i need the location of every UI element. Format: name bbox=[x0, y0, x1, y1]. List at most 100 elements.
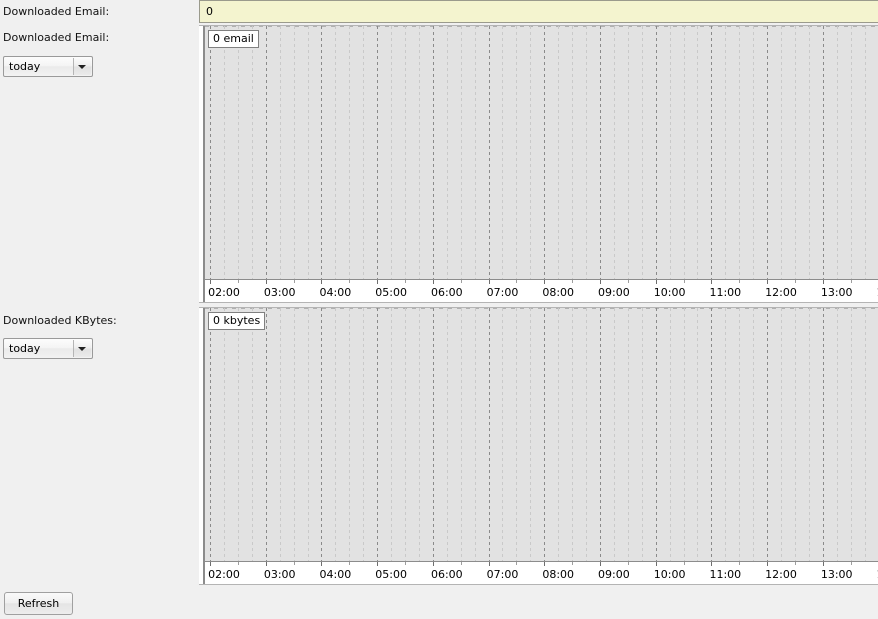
gridline-minor bbox=[614, 26, 615, 279]
downloaded-email-range-select[interactable]: today bbox=[3, 56, 93, 77]
axis-tick-minor bbox=[684, 562, 685, 565]
chart-legend: 0 email bbox=[208, 30, 259, 48]
gridline-major bbox=[266, 26, 267, 279]
gridline-minor bbox=[795, 308, 796, 561]
bottom-strip bbox=[199, 585, 878, 619]
gridline-minor bbox=[865, 308, 866, 561]
gridline-minor bbox=[781, 26, 782, 279]
gridline-minor bbox=[391, 26, 392, 279]
gridline-major bbox=[823, 26, 824, 279]
chevron-down-icon[interactable] bbox=[73, 340, 91, 357]
gridline-minor bbox=[558, 26, 559, 279]
axis-label: 04:00 bbox=[320, 286, 352, 299]
gridline-minor bbox=[684, 308, 685, 561]
gridline-minor bbox=[642, 308, 643, 561]
gridline-minor bbox=[405, 26, 406, 279]
gridline-major bbox=[489, 308, 490, 561]
downloaded-email-value-text: 0 bbox=[206, 5, 213, 19]
axis-tick-minor bbox=[851, 562, 852, 565]
downloaded-email-value-field[interactable]: 0 bbox=[199, 0, 878, 23]
axis-label: 07:00 bbox=[487, 568, 519, 581]
gridline-minor bbox=[725, 26, 726, 279]
gridline-minor bbox=[461, 26, 462, 279]
x-axis: 02:0003:0004:0005:0006:0007:0008:0009:00… bbox=[203, 561, 878, 585]
gridline-minor bbox=[335, 308, 336, 561]
gridline-major bbox=[266, 308, 267, 561]
gridline-minor bbox=[280, 26, 281, 279]
gridline-major bbox=[433, 26, 434, 279]
axis-tick-minor bbox=[628, 280, 629, 283]
gridline-minor bbox=[670, 26, 671, 279]
axis-label: 12:00 bbox=[765, 286, 797, 299]
gridline-minor bbox=[753, 26, 754, 279]
axis-tick-minor bbox=[294, 280, 295, 283]
axis-label: 05:00 bbox=[375, 286, 407, 299]
chart-legend: 0 kbytes bbox=[208, 312, 265, 330]
gridline-minor bbox=[642, 26, 643, 279]
axis-tick bbox=[711, 562, 712, 566]
axis-label: 08:00 bbox=[542, 286, 574, 299]
gridline-minor bbox=[725, 308, 726, 561]
axis-tick-minor bbox=[294, 562, 295, 565]
plot-top-rule bbox=[205, 308, 878, 309]
x-axis: 02:0003:0004:0005:0006:0007:0008:0009:00… bbox=[203, 279, 878, 303]
gridline-minor bbox=[670, 308, 671, 561]
plot-area[interactable]: 0 kbytes bbox=[203, 308, 878, 561]
axis-tick-minor bbox=[461, 280, 462, 283]
gridline-minor bbox=[294, 308, 295, 561]
downloaded-email-chart[interactable]: 0 email 02:0003:0004:0005:0006:0007:0008… bbox=[199, 25, 878, 303]
gridline-major bbox=[544, 26, 545, 279]
gridline-major bbox=[321, 308, 322, 561]
left-panel: Downloaded Email: Downloaded Email: toda… bbox=[0, 0, 199, 619]
gridline-minor bbox=[238, 26, 239, 279]
gridline-minor bbox=[558, 308, 559, 561]
axis-tick bbox=[656, 280, 657, 284]
gridline-major bbox=[210, 308, 211, 561]
axis-label: 04:00 bbox=[320, 568, 352, 581]
axis-tick-minor bbox=[516, 280, 517, 283]
gridline-minor bbox=[795, 26, 796, 279]
axis-tick-minor bbox=[851, 280, 852, 283]
gridline-major bbox=[711, 26, 712, 279]
chevron-down-icon[interactable] bbox=[73, 58, 91, 75]
gridline-major bbox=[210, 26, 211, 279]
gridline-minor bbox=[475, 26, 476, 279]
gridline-minor bbox=[516, 308, 517, 561]
gridline-minor bbox=[753, 308, 754, 561]
downloaded-kbytes-chart[interactable]: 0 kbytes 02:0003:0004:0005:0006:0007:000… bbox=[199, 307, 878, 585]
plot-area[interactable]: 0 email bbox=[203, 26, 878, 279]
axis-tick bbox=[210, 280, 211, 284]
axis-tick-minor bbox=[461, 562, 462, 565]
gridline-major bbox=[433, 308, 434, 561]
gridline-minor bbox=[349, 308, 350, 561]
axis-label: 11:00 bbox=[709, 286, 741, 299]
gridline-minor bbox=[809, 308, 810, 561]
gridlines bbox=[205, 308, 878, 561]
axis-label: 10:00 bbox=[654, 286, 686, 299]
axis-label: 13:00 bbox=[821, 568, 853, 581]
gridline-minor bbox=[572, 26, 573, 279]
gridline-major bbox=[321, 26, 322, 279]
gridline-major bbox=[600, 26, 601, 279]
axis-tick-minor bbox=[572, 280, 573, 283]
axis-tick-minor bbox=[349, 562, 350, 565]
axis-tick bbox=[210, 562, 211, 566]
axis-label: 13:00 bbox=[821, 286, 853, 299]
gridline-minor bbox=[502, 26, 503, 279]
axis-tick-minor bbox=[238, 280, 239, 283]
axis-label: 06:00 bbox=[431, 568, 463, 581]
gridline-major bbox=[823, 308, 824, 561]
gridline-minor bbox=[308, 26, 309, 279]
axis-label: 11:00 bbox=[709, 568, 741, 581]
gridline-minor bbox=[530, 308, 531, 561]
downloaded-kbytes-range-select[interactable]: today bbox=[3, 338, 93, 359]
gridline-minor bbox=[419, 308, 420, 561]
axis-tick bbox=[433, 280, 434, 284]
refresh-button[interactable]: Refresh bbox=[4, 592, 73, 615]
axis-label: 03:00 bbox=[264, 568, 296, 581]
downloaded-kbytes-range-value: today bbox=[9, 341, 40, 356]
gridline-minor bbox=[475, 308, 476, 561]
axis-label: 12:00 bbox=[765, 568, 797, 581]
axis-label: 09:00 bbox=[598, 286, 630, 299]
axis-tick bbox=[600, 562, 601, 566]
